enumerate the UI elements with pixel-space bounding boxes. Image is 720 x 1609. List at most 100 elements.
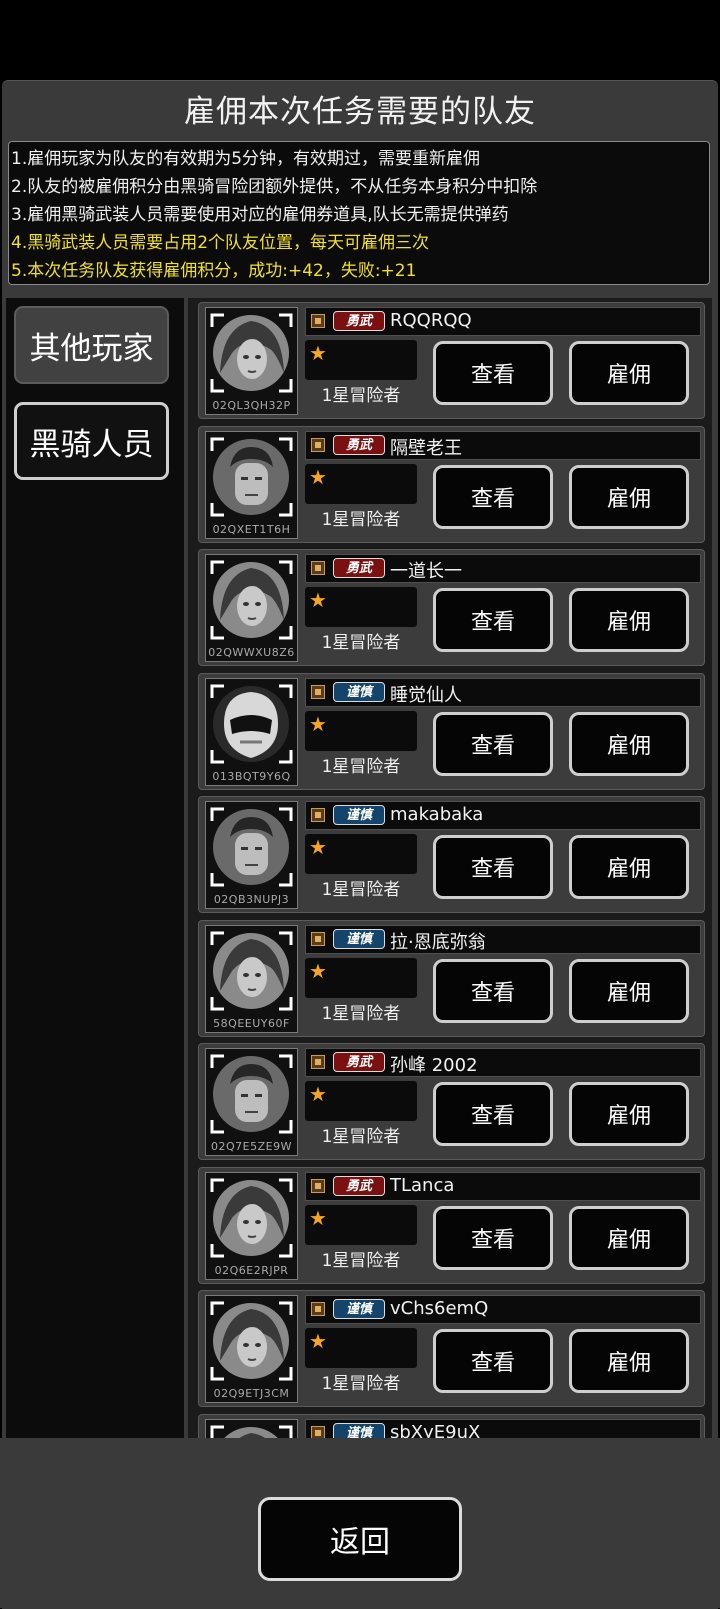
star-rating: ★ bbox=[305, 340, 417, 380]
name-bar: 勇武 TLanca bbox=[305, 1171, 701, 1201]
rule-line: 2.队友的被雇佣积分由黑骑冒险团额外提供，不从任务本身积分中扣除 bbox=[11, 177, 538, 197]
star-icon: ★ bbox=[309, 1329, 327, 1353]
view-button[interactable]: 查看 bbox=[433, 711, 553, 776]
star-rating: ★ bbox=[305, 1328, 417, 1368]
rank-label: 1星冒险者 bbox=[321, 1374, 401, 1394]
dialog-title: 雇佣本次任务需要的队友 bbox=[184, 94, 536, 130]
trait-badge: 谨慎 bbox=[333, 1299, 385, 1319]
name-bar: 谨慎 vChs6emQ bbox=[305, 1295, 701, 1324]
trait-badge: 谨慎 bbox=[333, 805, 385, 825]
female-icon bbox=[210, 313, 293, 393]
hire-button[interactable]: 雇佣 bbox=[569, 1329, 689, 1393]
player-name: RQQRQQ bbox=[390, 310, 472, 331]
player-card: 02QB3NUPJ3 谨慎 makabaka ★ 1星冒险者 查看 雇佣 bbox=[198, 796, 705, 913]
view-button[interactable]: 查看 bbox=[433, 958, 553, 1023]
female-icon bbox=[210, 931, 293, 1010]
player-list[interactable]: 02QL3QH32P 勇武 RQQRQQ ★ 1星冒险者 查看 雇佣 02QXET1T6H 勇武… bbox=[188, 298, 712, 1471]
player-card: 02Q6E2RJPR 勇武 TLanca ★ 1星冒险者 查看 雇佣 bbox=[198, 1166, 705, 1284]
back-button[interactable]: 返回 bbox=[258, 1497, 462, 1581]
player-id: 58QEEUY60F bbox=[213, 1016, 290, 1030]
player-id: 02Q7E5ZE9W bbox=[211, 1140, 292, 1153]
avatar[interactable]: 02QXET1T6H bbox=[205, 430, 298, 539]
trait-badge: 勇武 bbox=[333, 434, 385, 455]
hire-button[interactable]: 雇佣 bbox=[569, 958, 689, 1023]
player-name: 孙峰 2002 bbox=[390, 1055, 478, 1076]
player-card: 02Q9ETJ3CM 谨慎 vChs6emQ ★ 1星冒险者 查看 雇佣 bbox=[198, 1290, 705, 1407]
star-icon: ★ bbox=[309, 958, 327, 983]
player-id: 013BQT9Y6Q bbox=[212, 769, 291, 783]
category-sidebar: 其他玩家 黑骑人员 bbox=[6, 298, 184, 1471]
player-name: 拉·恩底弥翁 bbox=[390, 931, 486, 953]
hire-button[interactable]: 雇佣 bbox=[569, 464, 689, 529]
female-icon bbox=[210, 1178, 293, 1257]
trait-badge: 勇武 bbox=[333, 311, 385, 331]
level-icon bbox=[311, 1178, 325, 1193]
avatar[interactable]: 02QB3NUPJ3 bbox=[205, 801, 298, 909]
name-bar: 勇武 孙峰 2002 bbox=[305, 1048, 701, 1077]
hire-button[interactable]: 雇佣 bbox=[569, 341, 689, 405]
rank-label: 1星冒险者 bbox=[321, 1250, 401, 1271]
hire-button[interactable]: 雇佣 bbox=[569, 1082, 689, 1146]
name-bar: 勇武 隔壁老王 bbox=[305, 430, 701, 460]
level-icon bbox=[311, 437, 325, 452]
female-icon bbox=[210, 1301, 293, 1381]
name-bar: 谨慎 makabaka bbox=[305, 801, 701, 830]
trait-badge: 勇武 bbox=[333, 1052, 385, 1072]
player-id: 02QWWXU8Z6 bbox=[208, 646, 295, 659]
rule-line: 3.雇佣黑骑武装人员需要使用对应的雇佣券道具,队长无需提供弹药 bbox=[11, 205, 509, 225]
star-icon: ★ bbox=[309, 341, 327, 365]
player-id: 02QXET1T6H bbox=[212, 522, 291, 536]
avatar[interactable]: 02QWWXU8Z6 bbox=[205, 554, 298, 662]
view-button[interactable]: 查看 bbox=[433, 1205, 553, 1270]
trait-badge: 谨慎 bbox=[333, 928, 385, 949]
hire-button[interactable]: 雇佣 bbox=[569, 1205, 689, 1270]
rank-label: 1星冒险者 bbox=[321, 1127, 401, 1147]
level-icon bbox=[311, 314, 325, 328]
avatar[interactable]: 013BQT9Y6Q bbox=[205, 677, 298, 786]
player-id: 02Q9ETJ3CM bbox=[213, 1387, 290, 1400]
hire-button[interactable]: 雇佣 bbox=[569, 711, 689, 776]
view-button[interactable]: 查看 bbox=[433, 1082, 553, 1146]
name-bar: 勇武 一道长一 bbox=[305, 554, 701, 583]
rules-box: 1.雇佣玩家为队友的有效期为5分钟，有效期过，需要重新雇佣 2.队友的被雇佣积分… bbox=[8, 141, 710, 285]
avatar[interactable]: 02Q9ETJ3CM bbox=[205, 1295, 298, 1403]
rule-line-highlight: 5.本次任务队友获得雇佣积分，成功:+42，失败:+21 bbox=[11, 261, 417, 281]
star-icon: ★ bbox=[309, 835, 327, 859]
player-card: 02QL3QH32P 勇武 RQQRQQ ★ 1星冒险者 查看 雇佣 bbox=[198, 302, 705, 419]
rank-label: 1星冒险者 bbox=[321, 633, 401, 653]
view-button[interactable]: 查看 bbox=[433, 464, 553, 529]
star-rating: ★ bbox=[305, 834, 417, 874]
helmet-icon bbox=[210, 684, 293, 763]
rule-line: 1.雇佣玩家为队友的有效期为5分钟，有效期过，需要重新雇佣 bbox=[11, 149, 481, 169]
male-icon bbox=[210, 1054, 293, 1134]
hire-button[interactable]: 雇佣 bbox=[569, 588, 689, 652]
view-button[interactable]: 查看 bbox=[433, 1329, 553, 1393]
avatar[interactable]: 58QEEUY60F bbox=[205, 924, 298, 1033]
rank-label: 1星冒险者 bbox=[321, 509, 401, 530]
player-name: TLanca bbox=[390, 1174, 455, 1196]
view-button[interactable]: 查看 bbox=[433, 341, 553, 405]
rank-label: 1星冒险者 bbox=[321, 386, 401, 406]
avatar[interactable]: 02QL3QH32P bbox=[205, 307, 298, 415]
star-icon: ★ bbox=[309, 1205, 327, 1230]
view-button[interactable]: 查看 bbox=[433, 588, 553, 652]
star-icon: ★ bbox=[309, 464, 327, 489]
star-icon: ★ bbox=[309, 711, 327, 736]
male-icon bbox=[210, 807, 293, 887]
player-id: 02Q6E2RJPR bbox=[214, 1263, 289, 1277]
trait-badge: 勇武 bbox=[333, 558, 385, 578]
tab-other-players[interactable]: 其他玩家 bbox=[14, 306, 169, 384]
trait-badge: 勇武 bbox=[333, 1175, 385, 1196]
player-id: 02QL3QH32P bbox=[212, 399, 291, 412]
avatar[interactable]: 02Q7E5ZE9W bbox=[205, 1048, 298, 1156]
star-icon: ★ bbox=[309, 1082, 327, 1106]
star-icon: ★ bbox=[309, 588, 327, 612]
tab-black-knight[interactable]: 黑骑人员 bbox=[14, 402, 169, 480]
star-rating: ★ bbox=[305, 587, 417, 627]
view-button[interactable]: 查看 bbox=[433, 835, 553, 899]
name-bar: 谨慎 睡觉仙人 bbox=[305, 677, 701, 707]
rule-line-highlight: 4.黑骑武装人员需要占用2个队友位置，每天可雇佣三次 bbox=[11, 233, 430, 253]
player-name: 睡觉仙人 bbox=[390, 684, 462, 706]
avatar[interactable]: 02Q6E2RJPR bbox=[205, 1171, 298, 1280]
hire-button[interactable]: 雇佣 bbox=[569, 835, 689, 899]
